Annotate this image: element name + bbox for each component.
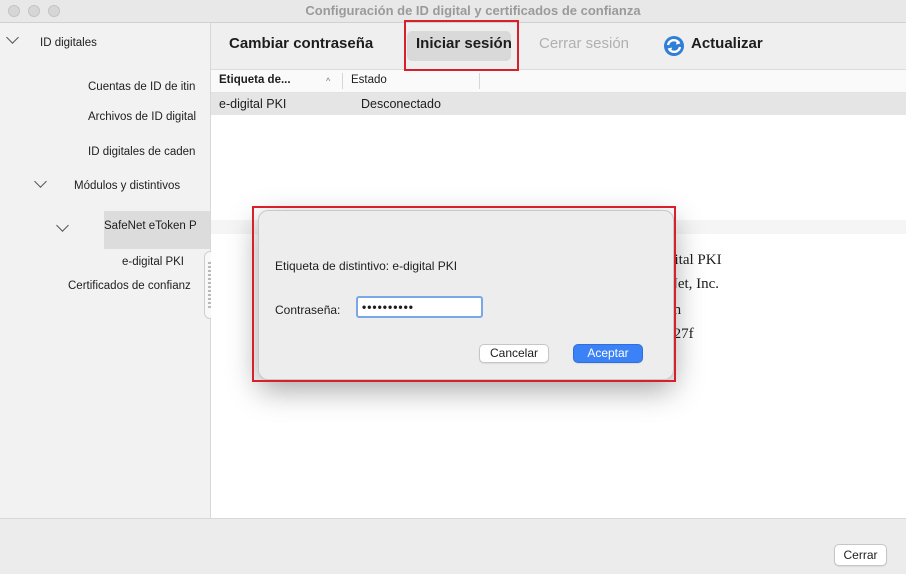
- sidebar-item-safenet[interactable]: SafeNet eToken P: [104, 220, 206, 232]
- sidebar: ID digitales Cuentas de ID de itin Archi…: [0, 23, 216, 518]
- sidebar-item-id-digitales[interactable]: ID digitales: [40, 37, 97, 49]
- table-row[interactable]: e-digital PKI Desconectado: [211, 93, 906, 115]
- row-label: e-digital PKI: [219, 97, 287, 111]
- chevron-down-icon[interactable]: [56, 219, 69, 232]
- column-header-status[interactable]: Estado: [351, 74, 387, 86]
- refresh-icon[interactable]: [663, 35, 685, 57]
- chevron-down-icon[interactable]: [6, 31, 19, 44]
- sidebar-item-cadena[interactable]: ID digitales de caden: [88, 146, 206, 158]
- sidebar-item-edigital-pki[interactable]: e-digital PKI: [122, 256, 184, 268]
- row-status: Desconectado: [361, 97, 441, 111]
- refresh-button[interactable]: Actualizar: [691, 35, 763, 52]
- table-header: Etiqueta de... ^ Estado: [211, 70, 906, 93]
- close-button[interactable]: Cerrar: [834, 544, 887, 566]
- highlight-box: [252, 206, 676, 382]
- sidebar-item-cuentas[interactable]: Cuentas de ID de itin: [88, 81, 206, 93]
- sidebar-item-archivos[interactable]: Archivos de ID digital: [88, 111, 206, 123]
- sidebar-item-certificados[interactable]: Certificados de confianz: [68, 280, 204, 292]
- column-header-label[interactable]: Etiqueta de...: [219, 74, 291, 86]
- bottom-bar: Cerrar: [0, 518, 906, 574]
- toolbar: Cambiar contraseña Iniciar sesión Cerrar…: [211, 23, 906, 70]
- chevron-down-icon[interactable]: [34, 175, 47, 188]
- highlight-box: [404, 20, 519, 71]
- sort-up-icon[interactable]: ^: [326, 76, 330, 86]
- logout-button[interactable]: Cerrar sesión: [539, 35, 629, 52]
- sidebar-item-modulos[interactable]: Módulos y distintivos: [74, 180, 206, 192]
- window-title: Configuración de ID digital y certificad…: [305, 3, 641, 18]
- change-password-button[interactable]: Cambiar contraseña: [229, 35, 373, 52]
